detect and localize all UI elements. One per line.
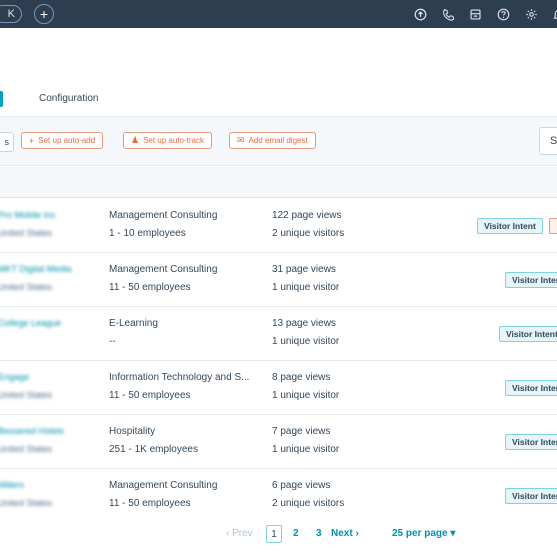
employee-count-cell: 11 - 50 employees <box>109 498 191 509</box>
table-row[interactable]: Bessered Hotels United States Hospitalit… <box>0 415 557 469</box>
industry-cell: Management Consulting <box>109 210 218 221</box>
company-name[interactable]: Millers <box>0 480 24 490</box>
plus-icon: + <box>29 135 35 146</box>
tab-configuration[interactable]: Configuration <box>39 93 98 104</box>
unique-visitors-cell: 2 unique visitors <box>272 498 345 509</box>
company-name[interactable]: Pro Mobile Inc <box>0 210 56 220</box>
filters-button[interactable]: s <box>0 132 14 152</box>
table-row[interactable]: Millers United States Management Consult… <box>0 469 557 523</box>
page-3-button[interactable]: 3 <box>316 528 322 539</box>
page-2-button[interactable]: 2 <box>293 528 299 539</box>
employee-count-cell: 1 - 10 employees <box>109 228 186 239</box>
set-up-auto-track-label: Set up auto-track <box>143 136 204 145</box>
add-tab-button[interactable]: + <box>34 4 54 24</box>
page-1-button[interactable]: 1 <box>266 525 282 543</box>
per-page-dropdown[interactable]: 25 per page ▾ <box>392 528 455 539</box>
table-row[interactable]: MKT Digital Media United States Manageme… <box>0 253 557 307</box>
employee-count-cell: 11 - 50 employees <box>109 390 191 401</box>
unique-visitors-cell: 1 unique visitor <box>272 444 340 455</box>
pagination: ‹ Prev 1 2 3 Next › 25 per page ▾ <box>0 516 557 557</box>
upgrade-icon[interactable] <box>412 6 428 22</box>
active-tab-indicator[interactable] <box>0 91 3 107</box>
industry-cell: Management Consulting <box>109 480 218 491</box>
employee-count-cell: -- <box>109 336 116 347</box>
marketplace-icon[interactable] <box>467 6 483 22</box>
top-navigation-bar: K + <box>0 0 557 28</box>
employee-count-cell: 251 - 1K employees <box>109 444 198 455</box>
industry-cell: Hospitality <box>109 426 156 437</box>
industry-cell: Management Consulting <box>109 264 218 275</box>
company-name[interactable]: College League <box>0 318 61 328</box>
unique-visitors-cell: 1 unique visitor <box>272 390 340 401</box>
company-country: United States <box>0 444 53 454</box>
set-up-auto-add-button[interactable]: + Set up auto-add <box>21 132 104 149</box>
search-input[interactable]: S <box>539 127 557 155</box>
company-country: United States <box>0 228 53 238</box>
page-views-cell: 13 page views <box>272 318 336 329</box>
add-email-digest-label: Add email digest <box>248 136 308 145</box>
company-name[interactable]: Bessered Hotels <box>0 426 64 436</box>
visitor-intent-tag[interactable]: Visitor Intent <box>505 380 557 396</box>
settings-icon[interactable] <box>523 6 539 22</box>
visitor-intent-tag[interactable]: Visitor Intent <box>477 218 543 234</box>
prev-page-button[interactable]: ‹ Prev <box>226 528 253 539</box>
add-email-digest-button[interactable]: ✉ Add email digest <box>229 132 316 149</box>
company-country: United States <box>0 390 53 400</box>
set-up-auto-track-button[interactable]: ♟ Set up auto-track <box>123 132 212 149</box>
email-icon: ✉ <box>237 135 245 145</box>
company-country: United States <box>0 498 53 508</box>
help-icon[interactable] <box>495 6 511 22</box>
notifications-icon[interactable] <box>550 6 557 22</box>
industry-cell: E-Learning <box>109 318 158 329</box>
app-switcher-badge[interactable]: K <box>0 5 22 23</box>
people-icon: ♟ <box>131 135 140 145</box>
industry-cell: Information Technology and S... <box>109 372 250 383</box>
visitor-intent-tag[interactable]: Visitor Intent <box>505 434 557 450</box>
company-name[interactable]: Engage <box>0 372 29 382</box>
table-row[interactable]: Pro Mobile Inc United States Management … <box>0 199 557 253</box>
visitor-intent-tag[interactable]: Visitor Intent <box>499 326 557 342</box>
next-page-button[interactable]: Next › <box>331 528 359 539</box>
page-views-cell: 122 page views <box>272 210 342 221</box>
page-views-cell: 6 page views <box>272 480 331 491</box>
extra-intent-tag[interactable] <box>549 218 557 234</box>
page-views-cell: 7 page views <box>272 426 331 437</box>
phone-icon[interactable] <box>440 6 456 22</box>
visitor-intent-tag[interactable]: Visitor Intent <box>505 272 557 288</box>
unique-visitors-cell: 1 unique visitor <box>272 282 340 293</box>
company-country: United States <box>0 282 53 292</box>
set-up-auto-add-label: Set up auto-add <box>38 136 96 145</box>
action-toolbar: s + Set up auto-add ♟ Set up auto-track … <box>0 116 557 166</box>
visitor-intent-tag[interactable]: Visitor Intent <box>505 488 557 504</box>
table-row[interactable]: College League E-Learning -- 13 page vie… <box>0 307 557 361</box>
page-views-cell: 8 page views <box>272 372 331 383</box>
table-row[interactable]: Engage United States Information Technol… <box>0 361 557 415</box>
company-name[interactable]: MKT Digital Media <box>0 264 71 274</box>
unique-visitors-cell: 2 unique visitors <box>272 228 345 239</box>
unique-visitors-cell: 1 unique visitor <box>272 336 340 347</box>
page-views-cell: 31 page views <box>272 264 336 275</box>
table-header <box>0 167 557 198</box>
employee-count-cell: 11 - 50 employees <box>109 282 191 293</box>
